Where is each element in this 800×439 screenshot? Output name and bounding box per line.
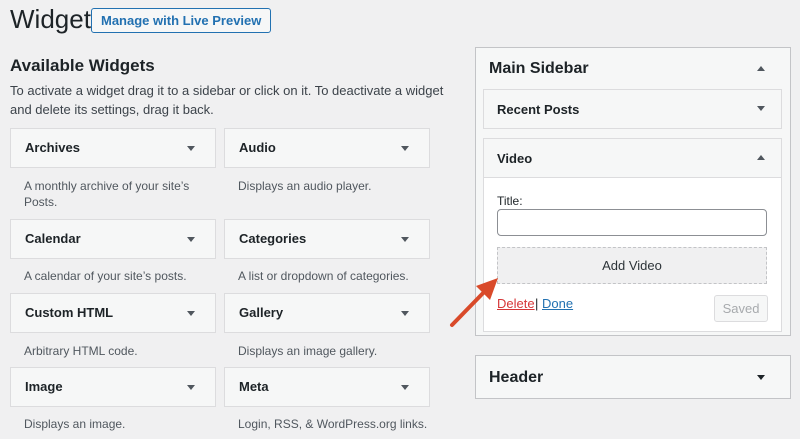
widget-description: Arbitrary HTML code. <box>24 344 138 358</box>
widget-image[interactable]: Image <box>10 367 216 407</box>
widget-archives[interactable]: Archives <box>10 128 216 168</box>
widget-gallery[interactable]: Gallery <box>224 293 430 333</box>
chevron-down-icon[interactable] <box>187 311 195 316</box>
main-sidebar-title[interactable]: Main Sidebar <box>489 60 589 78</box>
available-widgets-heading: Available Widgets <box>10 56 155 75</box>
chevron-down-icon[interactable] <box>401 146 409 151</box>
widget-title: Archives <box>25 140 80 155</box>
widget-meta[interactable]: Meta <box>224 367 430 407</box>
widget-description: Displays an audio player. <box>238 179 372 193</box>
widget-description: Displays an image gallery. <box>238 344 378 358</box>
header-sidebar-title[interactable]: Header <box>489 369 543 387</box>
widget-description: A list or dropdown of categories. <box>238 269 409 283</box>
widget-title: Categories <box>239 231 307 246</box>
title-field-label: Title: <box>497 194 523 208</box>
page-title: Widgets <box>10 4 104 34</box>
title-input[interactable] <box>497 209 767 236</box>
sidebar-widget-title: Video <box>497 151 533 166</box>
widget-categories[interactable]: Categories <box>224 219 430 259</box>
annotation-arrow-icon <box>450 278 498 327</box>
chevron-up-icon[interactable] <box>757 66 765 71</box>
available-widgets-description: To activate a widget drag it to a sideba… <box>10 83 444 117</box>
widget-title: Custom HTML <box>25 305 114 320</box>
widget-audio[interactable]: Audio <box>224 128 430 168</box>
widget-title: Meta <box>239 379 269 394</box>
widget-description: Login, RSS, & WordPress.org links. <box>238 417 428 431</box>
manage-live-preview-button[interactable]: Manage with Live Preview <box>91 8 272 33</box>
chevron-down-icon[interactable] <box>187 237 195 242</box>
widget-title: Audio <box>239 140 276 155</box>
chevron-down-icon[interactable] <box>401 311 409 316</box>
widget-custom-html[interactable]: Custom HTML <box>10 293 216 333</box>
chevron-down-icon[interactable] <box>187 385 195 390</box>
widget-description: A calendar of your site’s posts. <box>24 269 187 283</box>
chevron-down-icon[interactable] <box>757 106 765 111</box>
widget-calendar[interactable]: Calendar <box>10 219 216 259</box>
chevron-down-icon[interactable] <box>757 375 765 380</box>
widget-title: Image <box>25 379 63 394</box>
done-link[interactable]: Done <box>542 296 573 311</box>
chevron-down-icon[interactable] <box>401 385 409 390</box>
widget-title: Calendar <box>25 231 81 246</box>
chevron-down-icon[interactable] <box>401 237 409 242</box>
add-video-button[interactable]: Add Video <box>497 247 767 284</box>
sidebar-widget-title: Recent Posts <box>497 102 580 117</box>
link-separator: | <box>535 296 539 311</box>
widget-description: Displays an image. <box>24 417 126 431</box>
chevron-down-icon[interactable] <box>187 146 195 151</box>
widget-title: Gallery <box>239 305 284 320</box>
widget-description: A monthly archive of your site’s Posts. <box>24 179 190 209</box>
saved-button[interactable]: Saved <box>714 295 768 322</box>
chevron-up-icon[interactable] <box>757 155 765 160</box>
